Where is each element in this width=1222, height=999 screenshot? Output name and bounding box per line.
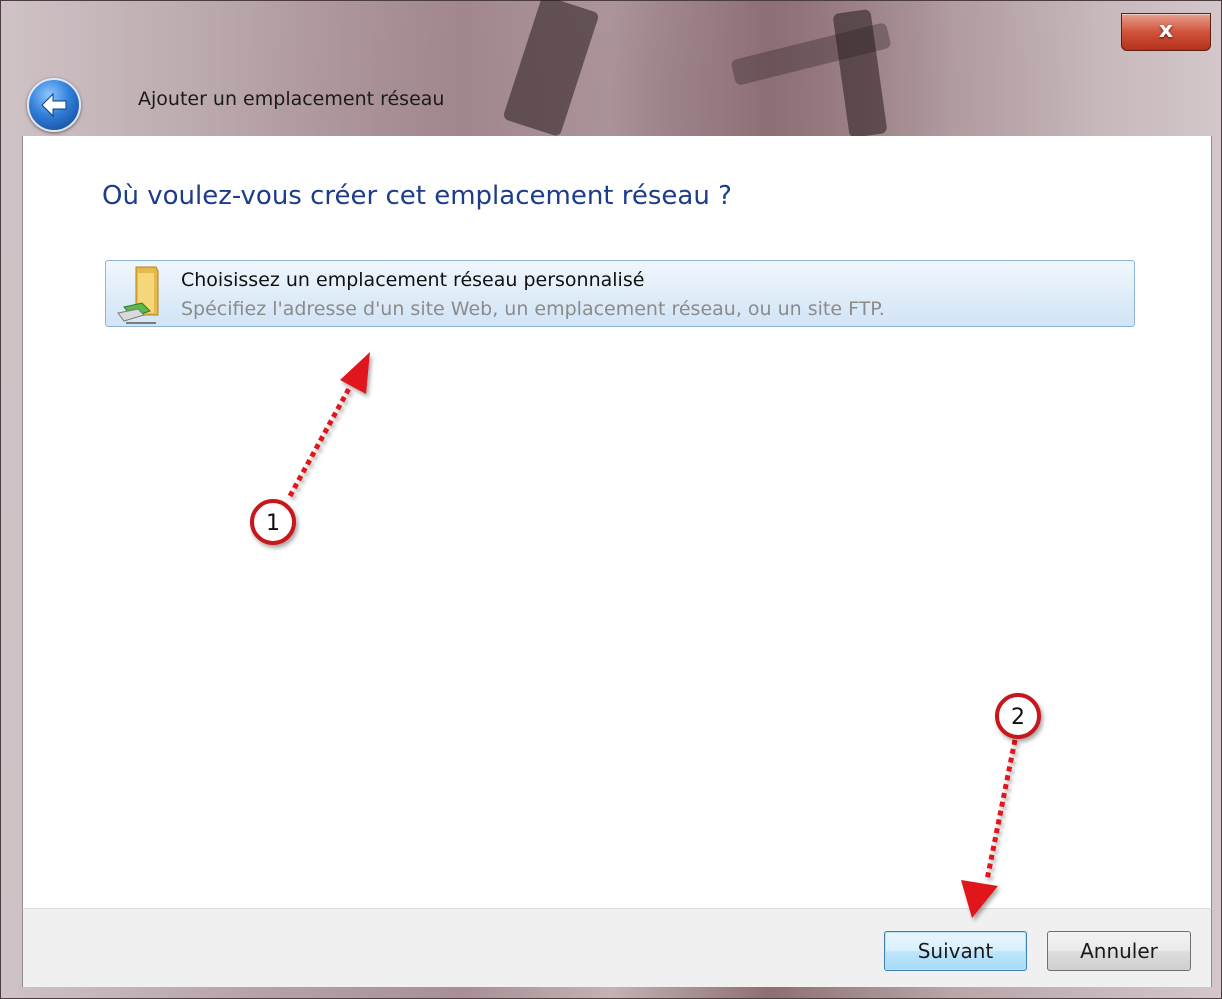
back-button[interactable]: [27, 78, 81, 132]
option-title: Choisissez un emplacement réseau personn…: [181, 269, 645, 291]
cancel-button[interactable]: Annuler: [1047, 931, 1191, 971]
wizard-content: Où voulez-vous créer cet emplacement rés…: [22, 136, 1212, 908]
next-button[interactable]: Suivant: [884, 931, 1027, 971]
custom-network-location-option[interactable]: Choisissez un emplacement réseau personn…: [105, 260, 1135, 327]
option-description: Spécifiez l'adresse d'un site Web, un em…: [181, 298, 885, 320]
close-button[interactable]: x: [1121, 13, 1211, 51]
page-heading: Où voulez-vous créer cet emplacement rés…: [102, 181, 732, 211]
close-icon: x: [1158, 18, 1174, 43]
back-arrow-icon: [41, 92, 67, 118]
network-folder-icon: [117, 266, 159, 324]
title-bar: Ajouter un emplacement réseau x: [0, 0, 1222, 136]
window-title: Ajouter un emplacement réseau: [138, 88, 445, 110]
wizard-footer: Suivant Annuler: [22, 908, 1212, 987]
